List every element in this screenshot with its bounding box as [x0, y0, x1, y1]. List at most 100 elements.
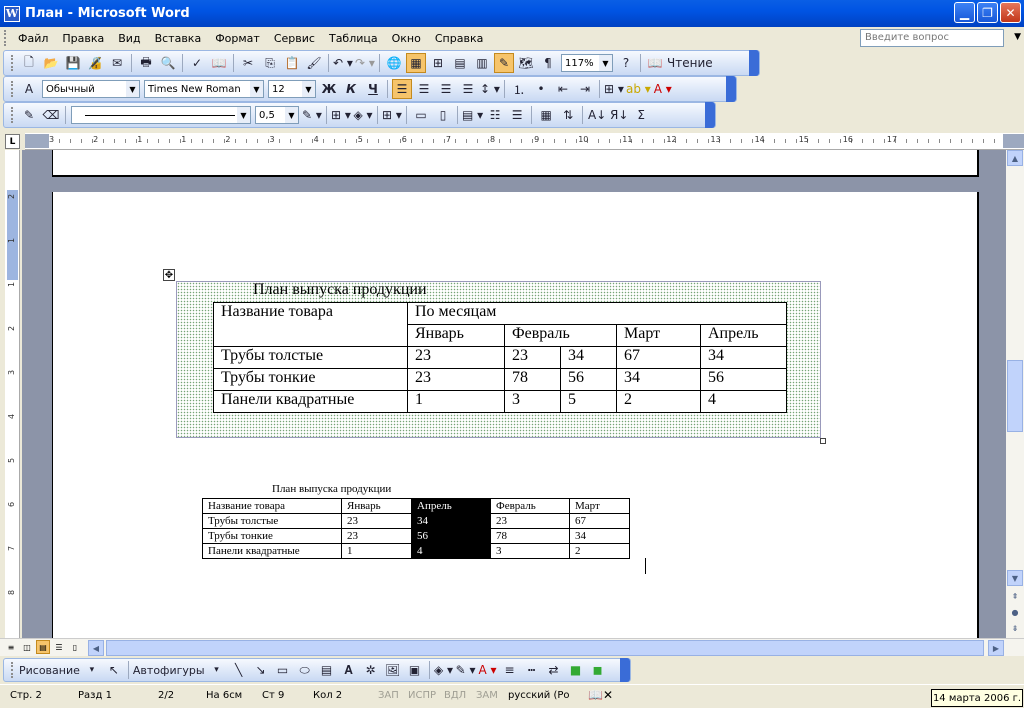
table-cell[interactable]: Трубы толстые [213, 346, 408, 369]
autoformat-icon[interactable]: ▦ [536, 105, 556, 125]
3d-icon[interactable]: ◼ [588, 660, 608, 680]
menu-help[interactable]: Справка [428, 32, 490, 45]
decrease-indent-icon[interactable]: ⇤ [553, 79, 573, 99]
sort-descending-icon[interactable]: Я↓ [609, 105, 629, 125]
format-painter-icon[interactable]: 🖌 [304, 53, 324, 73]
table-cell[interactable]: 1 [341, 543, 412, 559]
insert-table-icon[interactable]: ⊞ [428, 53, 448, 73]
styles-icon[interactable]: A [19, 79, 39, 99]
shadow-icon[interactable]: ■ [566, 660, 586, 680]
restore-button[interactable]: ❐ [977, 2, 998, 23]
table-cell[interactable]: 34 [411, 513, 491, 529]
table-header-cell[interactable]: Март [569, 498, 630, 514]
border-color-icon[interactable]: ✎ ▾ [302, 105, 322, 125]
document-map-icon[interactable]: 🗺 [516, 53, 536, 73]
table-header-cell[interactable]: Апрель [700, 324, 787, 347]
split-cells-icon[interactable]: ▯ [433, 105, 453, 125]
eraser-icon[interactable]: ⌫ [41, 105, 61, 125]
move-handle-icon[interactable]: ✥ [163, 269, 175, 281]
table-cell[interactable]: 1 [407, 390, 505, 413]
drawing-menu-button[interactable]: Рисование [19, 660, 80, 680]
table-cell[interactable]: 23 [504, 346, 561, 369]
email-icon[interactable]: ✉ [107, 53, 127, 73]
arrow-style-icon[interactable]: ⇄ [544, 660, 564, 680]
permission-icon[interactable]: 🔏 [85, 53, 105, 73]
toolbar-grip[interactable] [11, 55, 14, 71]
vertical-ruler[interactable]: 2 1 1 2 3 4 5 6 7 8 [5, 150, 20, 638]
rectangle-icon[interactable]: ▭ [273, 660, 293, 680]
read-icon[interactable]: 📖 [645, 53, 665, 73]
tables-borders-icon[interactable]: ▦ [406, 53, 426, 73]
menu-edit[interactable]: Правка [55, 32, 111, 45]
numbering-icon[interactable]: ⒈ [509, 79, 529, 99]
table-cell[interactable]: 34 [700, 346, 787, 369]
menu-view[interactable]: Вид [111, 32, 147, 45]
normal-view-icon[interactable]: ≡ [4, 640, 18, 654]
menu-format[interactable]: Формат [208, 32, 267, 45]
font-color-icon[interactable]: A ▾ [478, 660, 498, 680]
table-cell[interactable]: 2 [569, 543, 630, 559]
copy-icon[interactable]: ⎘ [260, 53, 280, 73]
spelling-icon[interactable]: ✓ [187, 53, 207, 73]
table-cell[interactable]: 23 [490, 513, 570, 529]
oval-icon[interactable]: ⬭ [295, 660, 315, 680]
new-document-icon[interactable]: 🗋 [19, 53, 39, 73]
clipart-icon[interactable]: 🖼 [383, 660, 403, 680]
table-header-cell[interactable]: Январь [341, 498, 412, 514]
picture-icon[interactable]: ▣ [405, 660, 425, 680]
bold-button[interactable]: Ж [319, 79, 339, 99]
style-select[interactable]: Обычный ▼ [42, 80, 140, 98]
status-rec[interactable]: ЗАП [378, 690, 399, 701]
resize-handle[interactable] [820, 438, 826, 444]
line-spacing-icon[interactable]: ↕ ▾ [480, 79, 500, 99]
table-header-cell[interactable]: Название товара [202, 498, 342, 514]
redo-icon[interactable]: ↷ ▾ [355, 53, 375, 73]
arrow-icon[interactable]: ↘ [251, 660, 271, 680]
reading-view-icon[interactable]: ▯ [68, 640, 82, 654]
insert-table-icon[interactable]: ⊞ ▾ [382, 105, 402, 125]
research-icon[interactable]: 📖 [209, 53, 229, 73]
document-area[interactable]: ✥ План выпуска продукции Название товара… [22, 150, 1006, 638]
text-box-icon[interactable]: ▤ [317, 660, 337, 680]
menu-grip[interactable] [4, 30, 7, 46]
help-icon[interactable]: ? [616, 53, 636, 73]
scroll-up-icon[interactable]: ▲ [1007, 150, 1023, 166]
scroll-left-icon[interactable]: ◀ [88, 640, 104, 656]
table-cell[interactable]: Панели квадратные [213, 390, 408, 413]
table-cell[interactable]: Трубы тонкие [213, 368, 408, 391]
menu-table[interactable]: Таблица [322, 32, 385, 45]
help-question-input[interactable]: Введите вопрос [860, 29, 1004, 47]
text-direction-icon[interactable]: ⇅ [558, 105, 578, 125]
status-ext[interactable]: ВДЛ [444, 690, 466, 701]
borders-icon[interactable]: ⊞ ▾ [604, 79, 624, 99]
dash-style-icon[interactable]: ┅ [522, 660, 542, 680]
horizontal-scroll-thumb[interactable] [106, 640, 984, 656]
columns-icon[interactable]: ▥ [472, 53, 492, 73]
print-layout-icon[interactable]: ▤ [36, 640, 50, 654]
toolbar-grip[interactable] [11, 81, 14, 97]
chevron-down-icon[interactable]: ▼ [1014, 32, 1021, 42]
shading-color-icon[interactable]: ◈ ▾ [353, 105, 373, 125]
page-2[interactable]: ✥ План выпуска продукции Название товара… [52, 192, 979, 638]
hyperlink-icon[interactable]: 🌐 [384, 53, 404, 73]
font-select[interactable]: Times New Roman ▼ [144, 80, 264, 98]
select-objects-icon[interactable]: ↖ [104, 660, 124, 680]
table-cell[interactable]: 23 [341, 528, 412, 544]
table-cell[interactable]: 56 [411, 528, 491, 544]
table-header-cell[interactable]: Февраль [490, 498, 570, 514]
line-color-icon[interactable]: ✎ ▾ [456, 660, 476, 680]
line-weight-select[interactable]: 0,5 ▼ [255, 106, 299, 124]
toolbar-grip[interactable] [11, 662, 14, 678]
distribute-columns-icon[interactable]: ☰ [507, 105, 527, 125]
wordart-icon[interactable]: 𝐀 [339, 660, 359, 680]
italic-button[interactable]: К [341, 79, 361, 99]
cut-icon[interactable]: ✂ [238, 53, 258, 73]
merge-cells-icon[interactable]: ▭ [411, 105, 431, 125]
table-cell[interactable]: 67 [616, 346, 701, 369]
font-size-select[interactable]: 12 ▼ [268, 80, 316, 98]
table-cell[interactable]: 2 [616, 390, 701, 413]
previous-page-icon[interactable]: ⇞ [1007, 588, 1023, 604]
toolbar-options-icon[interactable] [749, 50, 759, 76]
open-folder-icon[interactable]: 📂 [41, 53, 61, 73]
table-header-cell[interactable]: Март [616, 324, 701, 347]
